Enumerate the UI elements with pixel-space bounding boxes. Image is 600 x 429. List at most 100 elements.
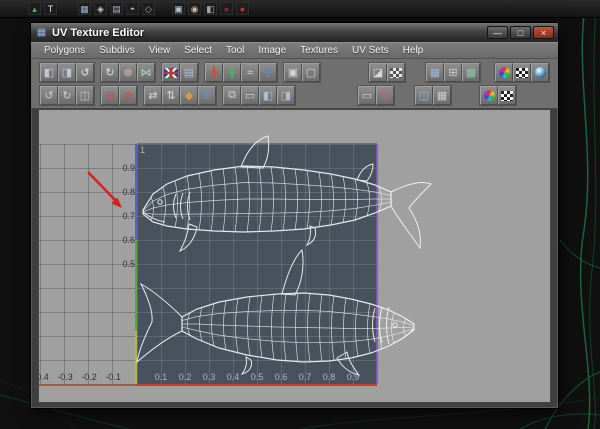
app-icon-1[interactable]: ▴: [28, 2, 41, 15]
toolbar-group: ↻ ⊗ ⋈: [100, 62, 156, 83]
app-icon-7[interactable]: ◇: [142, 2, 155, 15]
bake-texture-icon[interactable]: [531, 63, 549, 82]
spread-uvs-icon[interactable]: ◆: [180, 86, 198, 105]
scale-u-icon[interactable]: ⇄: [144, 86, 162, 105]
toolbar-group: ◫ ▦: [414, 85, 452, 106]
toolbar-spacer: [486, 72, 494, 73]
window-icon: ▦: [36, 27, 47, 38]
toolbar-group: ⇄ ⇅ ◆ ⊕: [143, 85, 217, 106]
cycle-uvs-ccw-icon[interactable]: ⊖: [101, 86, 119, 105]
display-image-icon[interactable]: [387, 63, 405, 82]
color-cycle-icon[interactable]: [480, 86, 498, 105]
close-button[interactable]: ×: [533, 26, 554, 39]
unfold-uvs-icon[interactable]: ╋: [223, 63, 241, 82]
app-icon-3[interactable]: ▦: [78, 2, 91, 15]
app-icon-2[interactable]: T: [44, 2, 57, 15]
toolbar-group: ⊖ ⊘: [100, 85, 138, 106]
move-and-sew-icon[interactable]: [162, 63, 180, 82]
view-grid-icon[interactable]: ▦: [426, 63, 444, 82]
shark-uv-shell-bottom[interactable]: [136, 248, 415, 376]
image-range-icon[interactable]: ▭: [358, 86, 376, 105]
rgb-channels-icon-glyph: [498, 67, 510, 78]
alpha-channel-icon[interactable]: [513, 63, 531, 82]
pin-uvs-icon[interactable]: ⊕: [198, 86, 216, 105]
shark-wireframes-layer: [136, 135, 432, 376]
toolbar: ◧ ◨ ↺ ↻ ⊗ ⋈ ▤ ╋ ╋ ≈ ┼ ▣ ▢ ◪ ▦ ⊞ ▩ ↺ ↻ ◫ ⊖ ⊘ ⇄ ⇅ ◆ ⊕ ⧉ ▭ ◧ ◨ ▭ ↻ ◫ ▦: [31, 59, 558, 109]
use-image-ratio-icon[interactable]: ◫: [415, 86, 433, 105]
map-uv-border-icon[interactable]: ┼: [259, 63, 277, 82]
toolbar-spacer: [400, 95, 414, 96]
pixel-snap-icon[interactable]: ⊞: [444, 63, 462, 82]
toolbar-group: ◪: [368, 62, 406, 83]
menu-item-textures[interactable]: Textures: [293, 44, 345, 57]
rotate-uvs-cw-icon[interactable]: ↻: [101, 63, 119, 82]
relax-uvs-icon[interactable]: ≈: [241, 63, 259, 82]
maximize-button[interactable]: □: [510, 26, 531, 39]
rotate-image-cw-icon[interactable]: ↻: [58, 86, 76, 105]
taskbar-spacer: [60, 8, 78, 9]
checker-map-icon[interactable]: [498, 86, 516, 105]
app-icon-8[interactable]: ▣: [172, 2, 185, 15]
toolbar-group: ▣ ▢: [283, 62, 321, 83]
uv-editor-canvas[interactable]: 10.90.80.70.60.5-0.4-0.3-0.2-0.10.10.20.…: [38, 109, 551, 403]
toolbar-group: ╋ ╋ ≈ ┼: [204, 62, 278, 83]
dim-image-icon[interactable]: ◪: [369, 63, 387, 82]
menu-item-select[interactable]: Select: [177, 44, 219, 57]
flip-u-icon[interactable]: ◧: [40, 63, 58, 82]
scale-v-icon[interactable]: ⇅: [162, 86, 180, 105]
app-icon-6[interactable]: ◓: [126, 2, 139, 15]
bake-texture-icon-glyph: [534, 67, 546, 78]
update-psd-icon[interactable]: ↻: [376, 86, 394, 105]
texture-borders-icon[interactable]: ▦: [433, 86, 451, 105]
rotate-uvs-ccw-icon[interactable]: ↺: [76, 63, 94, 82]
minimize-button[interactable]: —: [487, 26, 508, 39]
app-icon-4[interactable]: ◈: [94, 2, 107, 15]
toolbar-spacer: [457, 95, 479, 96]
app-icon-10[interactable]: ◧: [204, 2, 217, 15]
select-shell-icon[interactable]: ▣: [284, 63, 302, 82]
toolbar-group: ◧ ◨ ↺: [39, 62, 95, 83]
toolbar-group: [494, 62, 550, 83]
window-title: UV Texture Editor: [52, 26, 145, 39]
toolbar-group: ⧉ ▭ ◧ ◨: [222, 85, 296, 106]
layout-uvs-icon[interactable]: ▤: [180, 63, 198, 82]
toolbar-group: ▭ ↻: [357, 85, 395, 106]
select-border-icon[interactable]: ▢: [302, 63, 320, 82]
menu-item-view[interactable]: View: [142, 44, 178, 57]
shade-uvs-icon[interactable]: ▩: [462, 63, 480, 82]
rotate-image-ccw-icon[interactable]: ↺: [40, 86, 58, 105]
app-icon-12[interactable]: ●: [236, 2, 249, 15]
shark-eye: [392, 322, 398, 328]
grid-uvs-icon[interactable]: ╋: [205, 63, 223, 82]
menu-item-image[interactable]: Image: [251, 44, 293, 57]
menu-bar: Polygons Subdivs View Select Tool Image Textur…: [31, 42, 558, 59]
toolbar-group: ▤: [161, 62, 199, 83]
color-cycle-icon-glyph: [483, 90, 495, 101]
app-icon-5[interactable]: ▤: [110, 2, 123, 15]
paste-v-icon[interactable]: ◨: [277, 86, 295, 105]
menu-item-polygons[interactable]: Polygons: [37, 44, 92, 57]
shark-eye: [157, 199, 163, 205]
rgb-channels-icon[interactable]: [495, 63, 513, 82]
menu-item-uv-sets[interactable]: UV Sets: [345, 44, 396, 57]
paste-u-icon[interactable]: ◧: [259, 86, 277, 105]
uv-texture-editor-window: ▦ UV Texture Editor — □ × Polygons Subdiv…: [30, 22, 559, 409]
window-titlebar[interactable]: ▦ UV Texture Editor — □ ×: [31, 23, 558, 42]
sew-uv-edges-icon[interactable]: ⋈: [137, 63, 155, 82]
paste-uvs-icon[interactable]: ▭: [241, 86, 259, 105]
flip-image-icon[interactable]: ◫: [76, 86, 94, 105]
app-icon-9[interactable]: ◉: [188, 2, 201, 15]
alpha-channel-icon-glyph: [516, 67, 528, 78]
cycle-uvs-cw-icon[interactable]: ⊘: [119, 86, 137, 105]
app-icon-11[interactable]: ●: [220, 2, 233, 15]
top-icon-strip: ▴ T ▦ ◈ ▤ ◓ ◇ ▣ ◉ ◧ ● ●: [0, 0, 600, 18]
shark-uv-shell-top[interactable]: [142, 135, 432, 253]
toolbar-spacer: [301, 95, 357, 96]
cut-uv-edges-icon[interactable]: ⊗: [119, 63, 137, 82]
flip-v-icon[interactable]: ◨: [58, 63, 76, 82]
menu-item-tool[interactable]: Tool: [219, 44, 251, 57]
menu-item-subdivs[interactable]: Subdivs: [92, 44, 142, 57]
menu-item-help[interactable]: Help: [396, 44, 431, 57]
copy-uvs-icon[interactable]: ⧉: [223, 86, 241, 105]
toolbar-group: [479, 85, 517, 106]
